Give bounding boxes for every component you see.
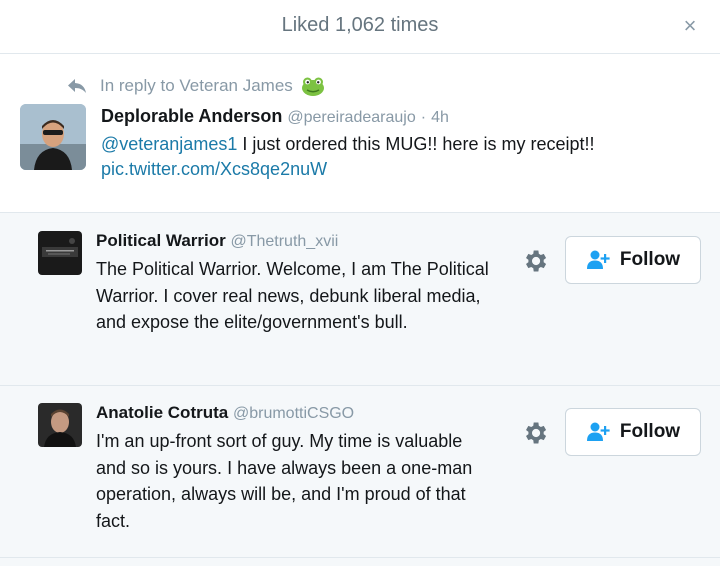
original-tweet[interactable]: In reply to Veteran James Deplorable And… [0, 54, 720, 212]
mention-link[interactable]: @veteranjames1 [101, 134, 237, 154]
close-icon[interactable]: × [678, 12, 702, 40]
author-name[interactable]: Deplorable Anderson [101, 106, 282, 126]
liker-list: Political Warrior @Thetruth_xvii The Pol… [0, 212, 720, 566]
user-bio: I'm an up-front sort of guy. My time is … [96, 431, 473, 531]
tweet-header: Deplorable Anderson @pereiradearaujo · 4… [101, 104, 701, 130]
separator: · [420, 109, 427, 126]
follow-label: Follow [619, 421, 681, 442]
reply-to-name[interactable]: Veteran James [179, 76, 292, 96]
user-info: Anatolie Cotruta @brumottiCSGO I'm an up… [96, 402, 496, 534]
user-name[interactable]: Political Warrior [96, 231, 226, 250]
author-handle[interactable]: @pereiradearaujo [287, 109, 415, 126]
user-handle[interactable]: @brumottiCSGO [233, 405, 354, 422]
reply-arrow-icon [68, 79, 86, 93]
user-handle[interactable]: @Thetruth_xvii [230, 233, 338, 250]
reply-context: In reply to Veteran James [66, 74, 325, 98]
tweet-message: I just ordered this MUG!! here is my rec… [242, 134, 595, 154]
reply-prefix: In reply to [100, 76, 175, 95]
follow-button[interactable]: Follow [565, 408, 701, 456]
user-name[interactable]: Anatolie Cotruta [96, 403, 228, 422]
gear-icon[interactable] [521, 419, 549, 447]
tweet-text: @veteranjames1 I just ordered this MUG!!… [101, 132, 701, 182]
follow-label: Follow [619, 249, 681, 270]
tweet-body: Deplorable Anderson @pereiradearaujo · 4… [101, 104, 701, 182]
frog-emoji-icon [301, 77, 324, 96]
add-user-icon [586, 250, 610, 269]
user-card[interactable]: Political Warrior @Thetruth_xvii The Pol… [0, 213, 720, 386]
user-info: Political Warrior @Thetruth_xvii The Pol… [96, 230, 496, 336]
follow-button[interactable]: Follow [565, 236, 701, 284]
user-bio: The Political Warrior. Welcome, I am The… [96, 259, 489, 332]
tweet-time[interactable]: 4h [431, 109, 449, 126]
author-avatar[interactable] [20, 104, 86, 170]
add-user-icon [586, 422, 610, 441]
modal-header: Liked 1,062 times × [0, 0, 720, 54]
user-avatar[interactable] [38, 231, 82, 275]
user-avatar[interactable] [38, 403, 82, 447]
gear-icon[interactable] [521, 247, 549, 275]
user-card[interactable]: Anatolie Cotruta @brumottiCSGO I'm an up… [0, 386, 720, 558]
pic-link[interactable]: pic.twitter.com/Xcs8qe2nuW [101, 159, 327, 179]
modal-title: Liked 1,062 times [281, 14, 439, 36]
